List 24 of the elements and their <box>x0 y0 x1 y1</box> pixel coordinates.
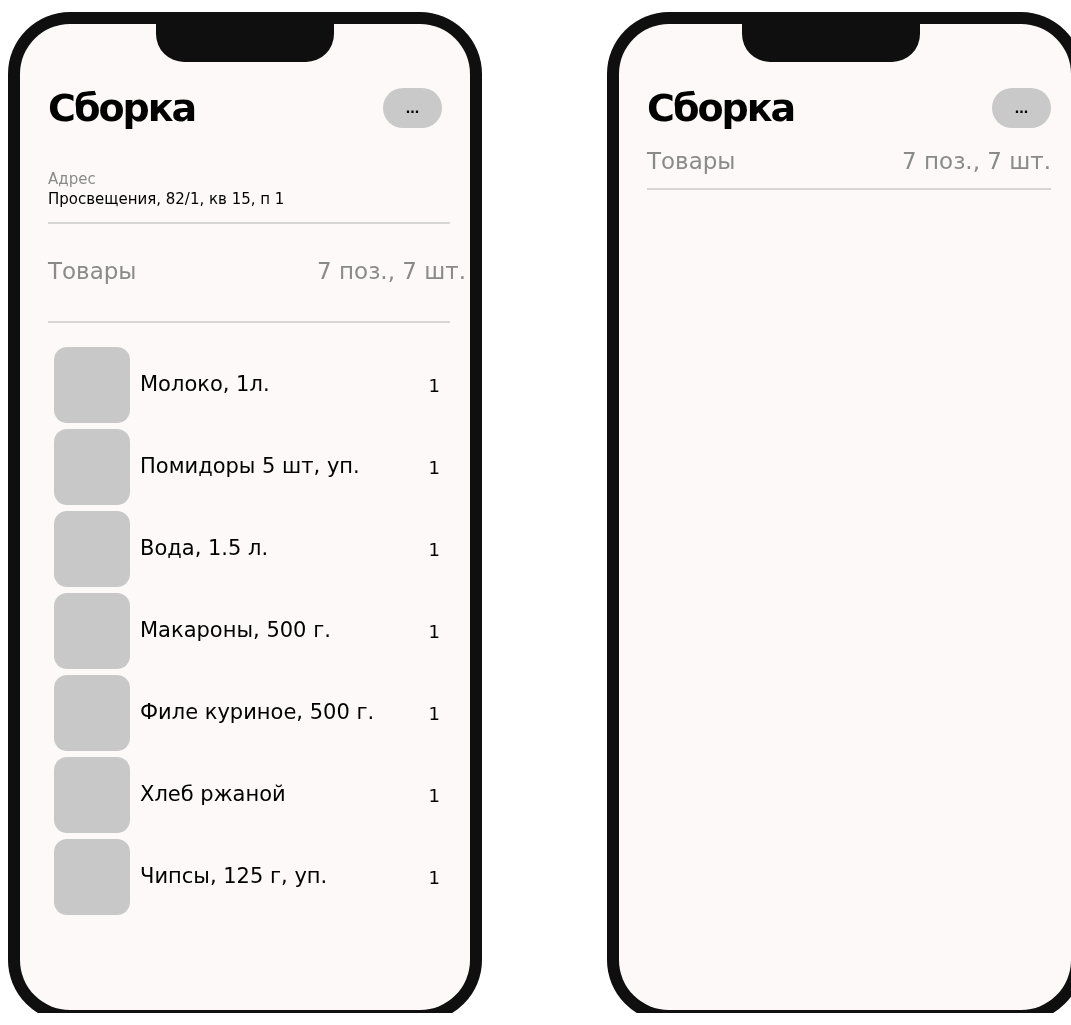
more-button[interactable]: ... <box>383 88 442 128</box>
screen-title: Сборка <box>647 86 795 130</box>
product-quantity: 1 <box>427 866 440 888</box>
product-quantity: 1 <box>427 374 440 396</box>
product-name: Хлеб ржаной <box>139 781 287 809</box>
summary-count: 7 поз., 7 шт. <box>902 148 1051 174</box>
summary-count: 7 поз., 7 шт. <box>317 258 466 284</box>
address-label: Адрес <box>48 170 97 188</box>
summary-label: Товары <box>647 148 736 174</box>
product-quantity: 1 <box>427 702 440 724</box>
product-quantity: 1 <box>427 620 440 642</box>
more-button[interactable]: ... <box>992 88 1051 128</box>
summary-label: Товары <box>48 258 137 284</box>
product-quantity: 1 <box>427 784 440 806</box>
product-name: Макароны, 500 г. <box>139 617 332 645</box>
product-name: Вода, 1.5 л. <box>139 535 270 563</box>
product-name: Филе куриное, 500 г. <box>139 699 376 727</box>
product-name: Молоко, 1л. <box>139 371 271 399</box>
product-name: Чипсы, 125 г, уп. <box>139 863 329 891</box>
product-quantity: 1 <box>427 538 440 560</box>
product-quantity: 1 <box>427 456 440 478</box>
product-name: Помидоры 5 шт, уп. <box>139 453 361 481</box>
address-value: Просвещения, 82/1, кв 15, п 1 <box>48 190 286 208</box>
screen-title: Сборка <box>48 86 196 130</box>
